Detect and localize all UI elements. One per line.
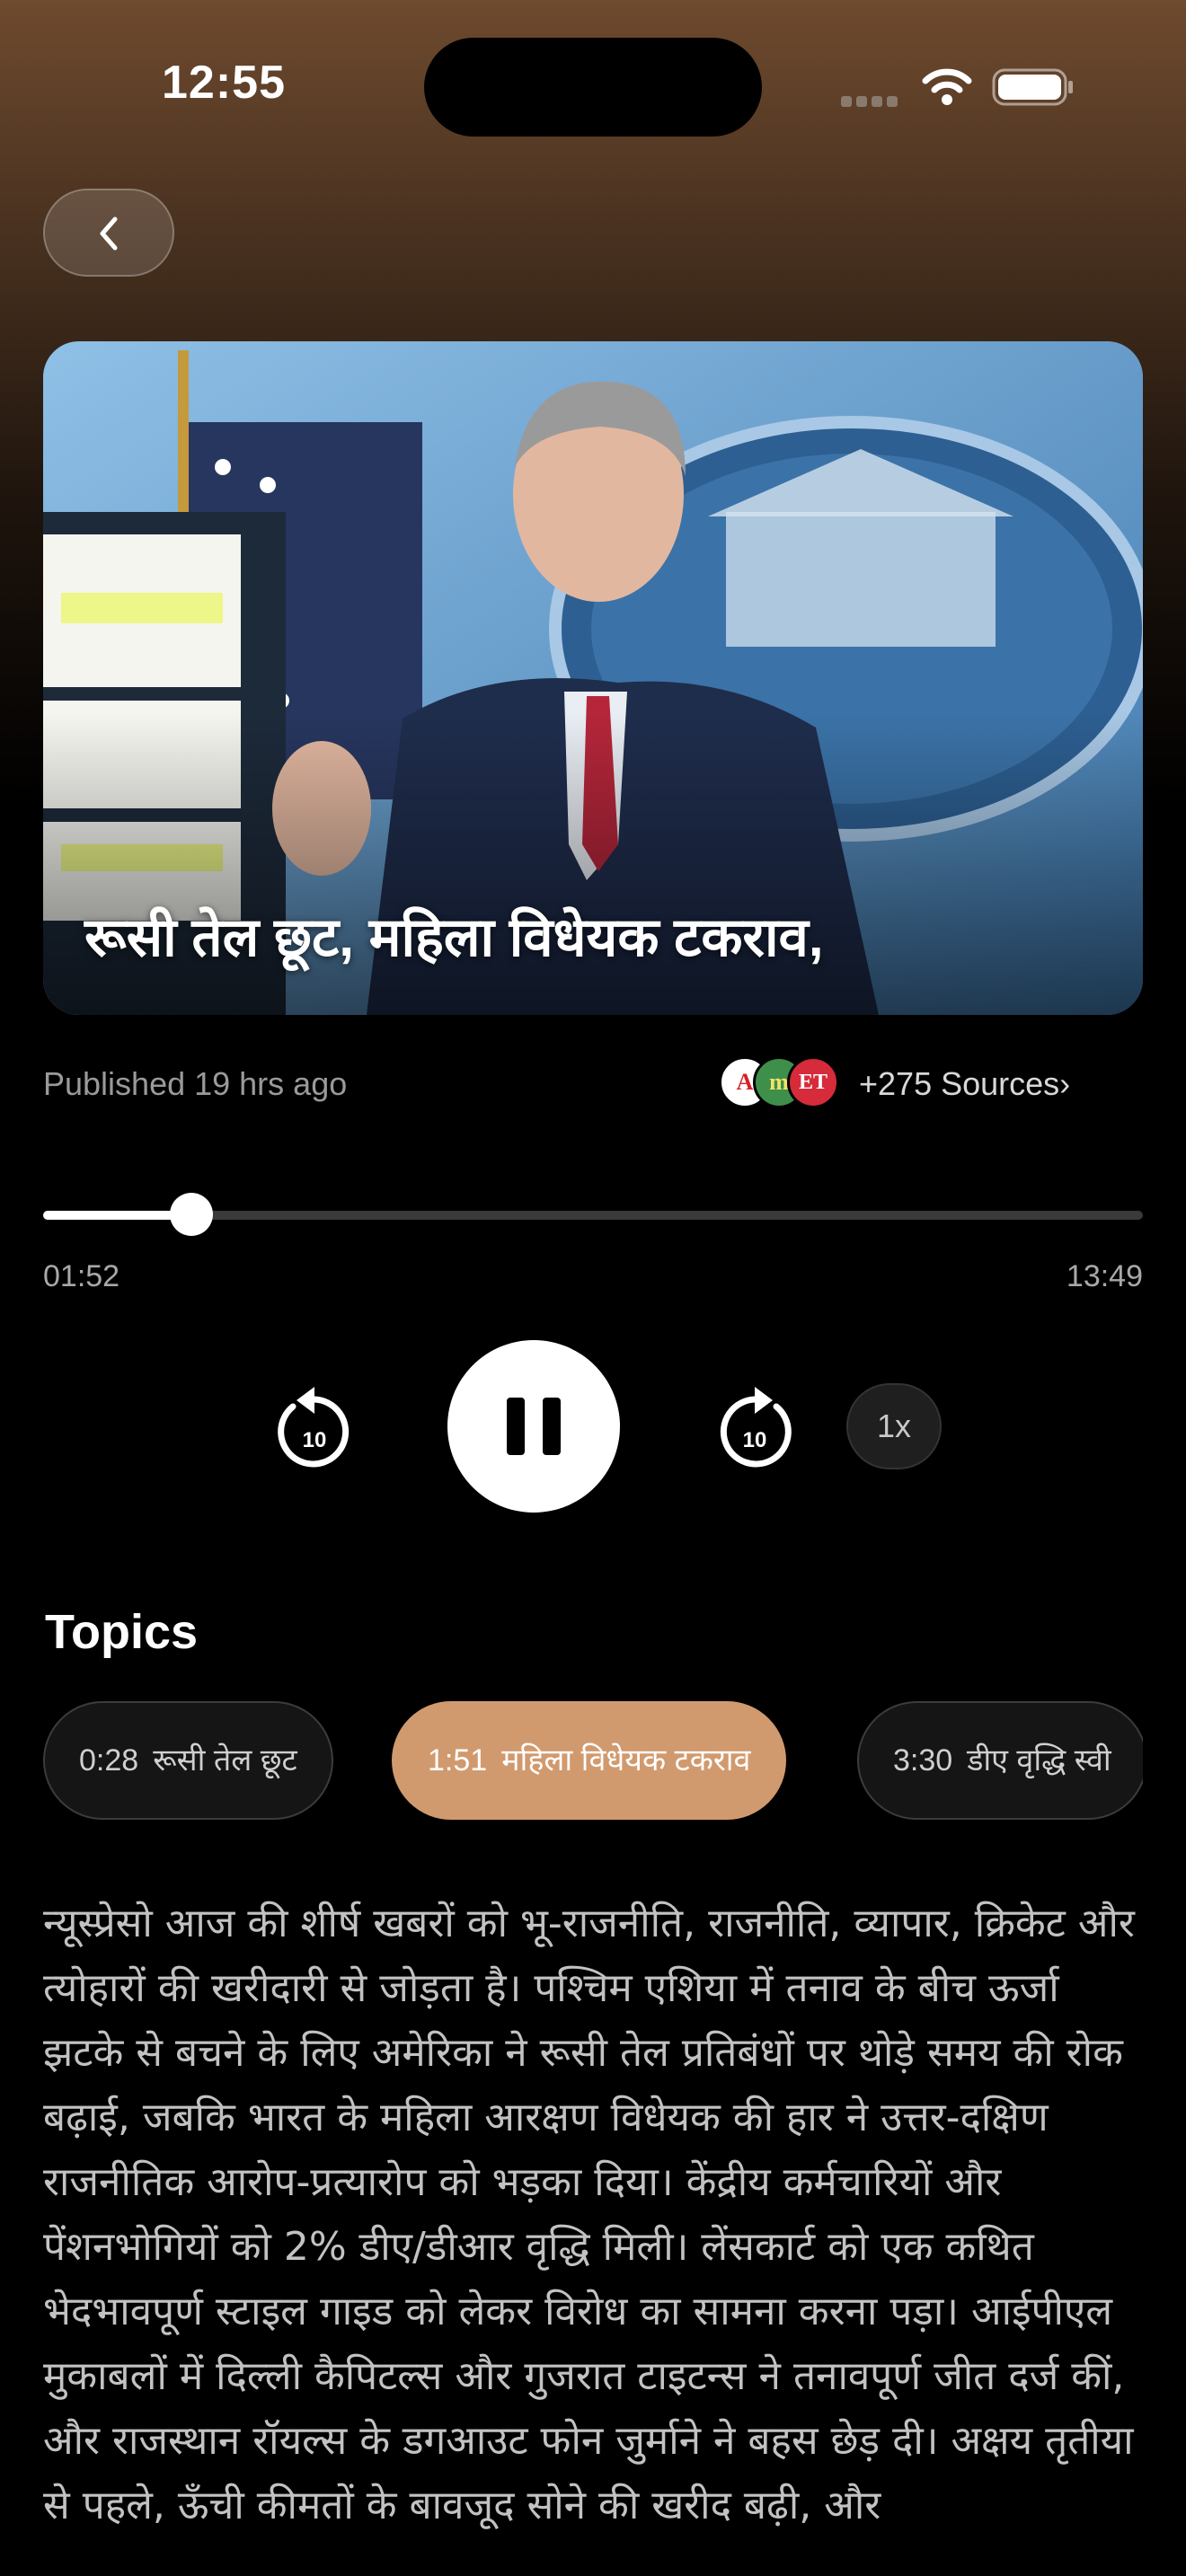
total-time: 13:49 (1066, 1259, 1143, 1293)
episode-summary: न्यूस्प्रेसो आज की शीर्ष खबरों को भू-राज… (43, 1901, 1135, 2528)
topic-chip-label: महिला विधेयक टकराव (501, 1743, 751, 1778)
pause-icon (507, 1398, 561, 1455)
topic-chip-active[interactable]: 1:51 महिला विधेयक टकराव (392, 1701, 787, 1820)
source-icons[interactable]: A m ET (719, 1056, 845, 1114)
topics-heading: Topics (45, 1605, 199, 1659)
forward-10-button[interactable]: 10 (710, 1374, 800, 1482)
topic-chip-time: 0:28 (79, 1743, 139, 1778)
dynamic-island (424, 38, 762, 137)
sources-link[interactable]: +275 Sources› (859, 1065, 1070, 1103)
topics-chip-row[interactable]: 0:28 रूसी तेल छूट 1:51 महिला विधेयक टकराव … (43, 1701, 1143, 1823)
hero-image: रूसी तेल छूट, महिला विधेयक टकराव, (43, 341, 1143, 1015)
rewind-seconds: 10 (303, 1428, 327, 1452)
topic-chip[interactable]: 0:28 रूसी तेल छूट (43, 1701, 333, 1820)
playback-speed-button[interactable]: 1x (846, 1383, 942, 1469)
current-time: 01:52 (43, 1259, 120, 1293)
wifi-icon (922, 68, 972, 105)
chevron-left-icon (100, 216, 118, 251)
pause-button[interactable] (447, 1340, 620, 1513)
topic-chip-time: 1:51 (428, 1743, 488, 1778)
forward-10-icon: 10 (720, 1387, 792, 1468)
hero-title: रूसी तेल छूट, महिला विधेयक टकराव, (84, 907, 824, 967)
back-button[interactable] (43, 189, 174, 277)
topic-chip-label: रूसी तेल छूट (153, 1743, 297, 1778)
battery-icon (992, 68, 1073, 106)
progress-thumb[interactable] (170, 1193, 213, 1236)
topic-chip-label: डीए वृद्धि स्वी (967, 1743, 1111, 1778)
published-time: Published 19 hrs ago (43, 1065, 348, 1102)
forward-seconds: 10 (743, 1428, 767, 1452)
rewind-10-button[interactable]: 10 (270, 1374, 359, 1482)
topic-chip-time: 3:30 (893, 1743, 953, 1778)
source-logo-icon: ET (787, 1056, 839, 1108)
cellular-signal-icon (841, 93, 902, 107)
status-time: 12:55 (162, 57, 286, 109)
rewind-10-icon: 10 (278, 1387, 350, 1468)
topic-chip[interactable]: 3:30 डीए वृद्धि स्वी (857, 1701, 1143, 1820)
